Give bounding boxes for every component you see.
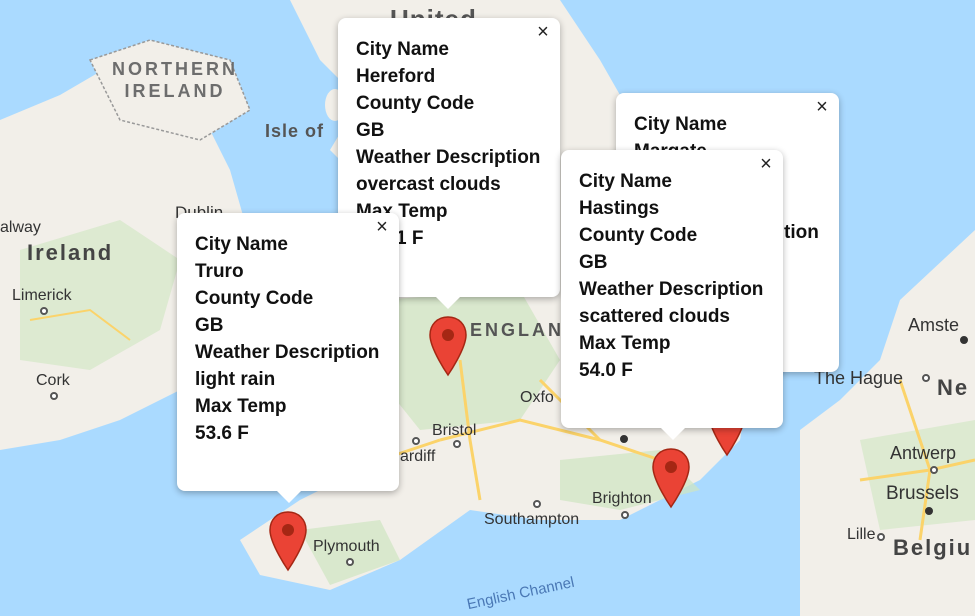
label-plymouth: Plymouth (313, 538, 380, 555)
marker-amsterdam (960, 336, 968, 344)
county-code-label: County Code (356, 93, 475, 114)
marker-london (620, 435, 628, 443)
label-cardiff: ardiff (400, 448, 436, 465)
county-code-value: GB (356, 120, 385, 141)
weather-description-value: scattered clouds (579, 306, 730, 327)
city-name-value: Hastings (579, 198, 660, 219)
marker-brussels (925, 507, 933, 515)
label-lille: Lille (847, 526, 876, 543)
info-window-tail (660, 427, 686, 440)
marker-limerick (40, 307, 48, 315)
max-temp-value: 53.6 F (195, 423, 249, 444)
max-temp-label: Max Temp (579, 333, 671, 354)
label-oxford: Oxfo (520, 389, 554, 406)
marker-lille (877, 533, 885, 541)
close-icon[interactable]: × (532, 21, 554, 43)
county-code-value: GB (195, 315, 224, 336)
marker-the-hague (922, 374, 930, 382)
close-icon[interactable]: × (755, 153, 777, 175)
label-northern-ireland: NORTHERN IRELAND (112, 59, 238, 101)
county-code-label: County Code (579, 225, 698, 246)
weather-description-label: Weather Description (579, 279, 764, 300)
map-pin-hastings[interactable] (651, 447, 691, 509)
info-window-tail (276, 490, 302, 503)
city-name-label: City Name (195, 234, 288, 255)
city-name-value: Hereford (356, 66, 436, 87)
info-window-tail (435, 296, 461, 309)
marker-bristol (453, 440, 461, 448)
weather-description-label: Weather Description (356, 147, 541, 168)
map-pin-truro[interactable] (268, 510, 308, 572)
info-window-hastings: × City Name Hastings County Code GB Weat… (561, 150, 783, 440)
max-temp-label: Max Temp (195, 396, 287, 417)
weather-description-label: tion (784, 222, 819, 243)
map-pin-hereford[interactable] (428, 315, 468, 377)
marker-newport (412, 437, 420, 445)
weather-description-value: light rain (195, 369, 276, 390)
city-name-label: City Name (356, 39, 449, 60)
label-bristol: Bristol (432, 422, 477, 439)
label-brussels: Brussels (886, 483, 959, 504)
marker-plymouth (346, 558, 354, 566)
label-netherlands: Ne (937, 375, 970, 400)
city-name-label: City Name (579, 171, 672, 192)
label-belgium: Belgiu (893, 535, 973, 560)
label-england: ENGLAN (470, 320, 564, 340)
label-isle-of-man: Isle of (265, 121, 325, 141)
info-window-truro: × City Name Truro County Code GB Weather… (177, 213, 399, 503)
county-code-label: County Code (195, 288, 314, 309)
label-ireland: Ireland (27, 240, 114, 265)
marker-antwerp (930, 466, 938, 474)
max-temp-value: 54.0 F (579, 360, 633, 381)
close-icon[interactable]: × (811, 96, 833, 118)
label-amsterdam: Amste (908, 315, 960, 335)
label-galway: alway (0, 219, 41, 236)
marker-cork (50, 392, 58, 400)
label-cork: Cork (36, 372, 70, 389)
city-name-value: Truro (195, 261, 244, 282)
label-southampton: Southampton (484, 511, 580, 528)
label-limerick: Limerick (12, 287, 72, 304)
county-code-value: GB (579, 252, 608, 273)
label-brighton: Brighton (592, 490, 652, 507)
marker-southampton (533, 500, 541, 508)
weather-description-label: Weather Description (195, 342, 380, 363)
marker-brighton (621, 511, 629, 519)
weather-description-value: overcast clouds (356, 174, 501, 195)
label-antwerp: Antwerp (890, 443, 957, 463)
close-icon[interactable]: × (371, 216, 393, 238)
city-name-label: City Name (634, 114, 727, 135)
